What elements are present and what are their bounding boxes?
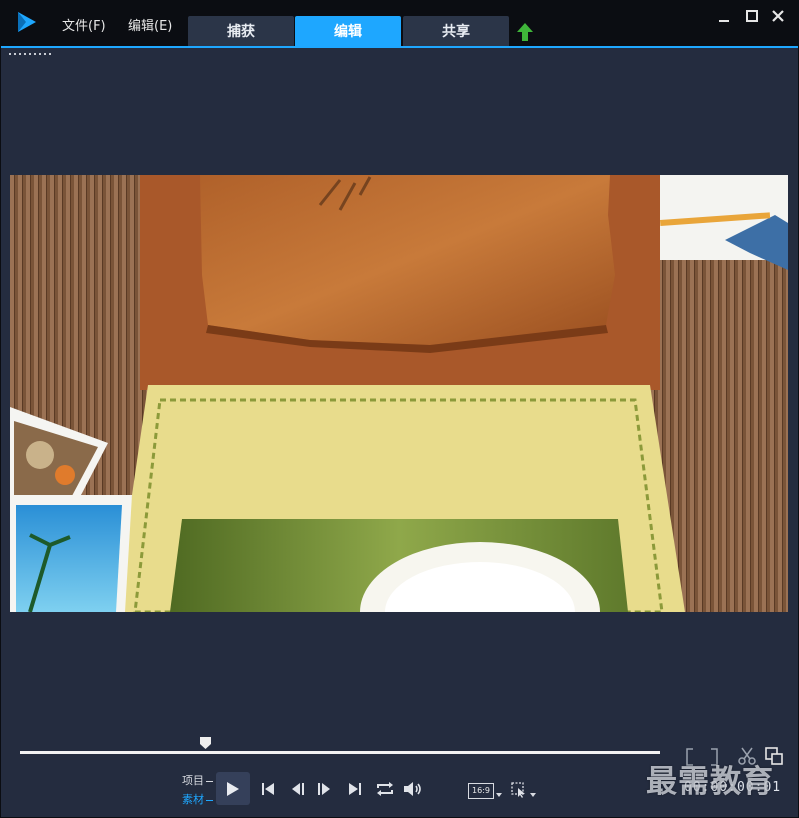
watermark-text: 最需教育 — [646, 764, 774, 800]
upload-arrow-icon[interactable] — [516, 22, 534, 42]
preview-frame-image — [10, 175, 788, 612]
tab-share[interactable]: 共享 — [403, 16, 509, 46]
playhead-handle[interactable] — [199, 736, 212, 750]
panel-drag-handle[interactable] — [9, 53, 53, 55]
mode-clip[interactable]: 素材 — [182, 791, 213, 807]
menu-edit[interactable]: 编辑(E) — [128, 15, 172, 34]
repeat-button[interactable] — [374, 779, 396, 799]
display-mode-icon[interactable] — [511, 782, 527, 798]
speaker-icon — [404, 782, 421, 796]
display-mode-dropdown-icon[interactable] — [530, 793, 536, 797]
timeline-scrubber[interactable] — [20, 751, 660, 754]
mode-project[interactable]: 项目 — [182, 772, 213, 788]
aspect-ratio-dropdown-icon[interactable] — [496, 793, 502, 797]
volume-button[interactable] — [402, 779, 424, 799]
mode-dash — [206, 799, 213, 801]
skip-to-start-icon — [262, 783, 274, 795]
play-button[interactable] — [216, 772, 250, 805]
play-icon — [227, 781, 239, 796]
app-logo-icon — [18, 12, 36, 32]
minimize-icon[interactable] — [716, 8, 732, 24]
close-icon[interactable] — [770, 8, 786, 24]
mode-dash — [206, 780, 213, 782]
go-to-end-button[interactable] — [345, 780, 365, 798]
aspect-ratio-button[interactable]: 16:9 — [468, 783, 494, 799]
maximize-icon[interactable] — [744, 8, 760, 24]
repeat-icon — [377, 782, 393, 796]
next-frame-button[interactable] — [314, 780, 334, 798]
previous-frame-button[interactable] — [288, 780, 308, 798]
mode-clip-label: 素材 — [182, 793, 204, 806]
tab-capture[interactable]: 捕获 — [188, 16, 294, 46]
go-to-start-button[interactable] — [258, 780, 278, 798]
skip-to-end-icon — [349, 783, 361, 795]
previous-frame-icon — [292, 783, 304, 795]
accent-line — [0, 46, 799, 48]
mode-project-label: 项目 — [182, 774, 204, 787]
menu-file[interactable]: 文件(F) — [62, 15, 106, 34]
tab-edit[interactable]: 编辑 — [295, 16, 401, 46]
preview-window — [10, 175, 788, 612]
aspect-ratio-label: 16:9 — [472, 786, 490, 795]
next-frame-icon — [318, 783, 330, 795]
